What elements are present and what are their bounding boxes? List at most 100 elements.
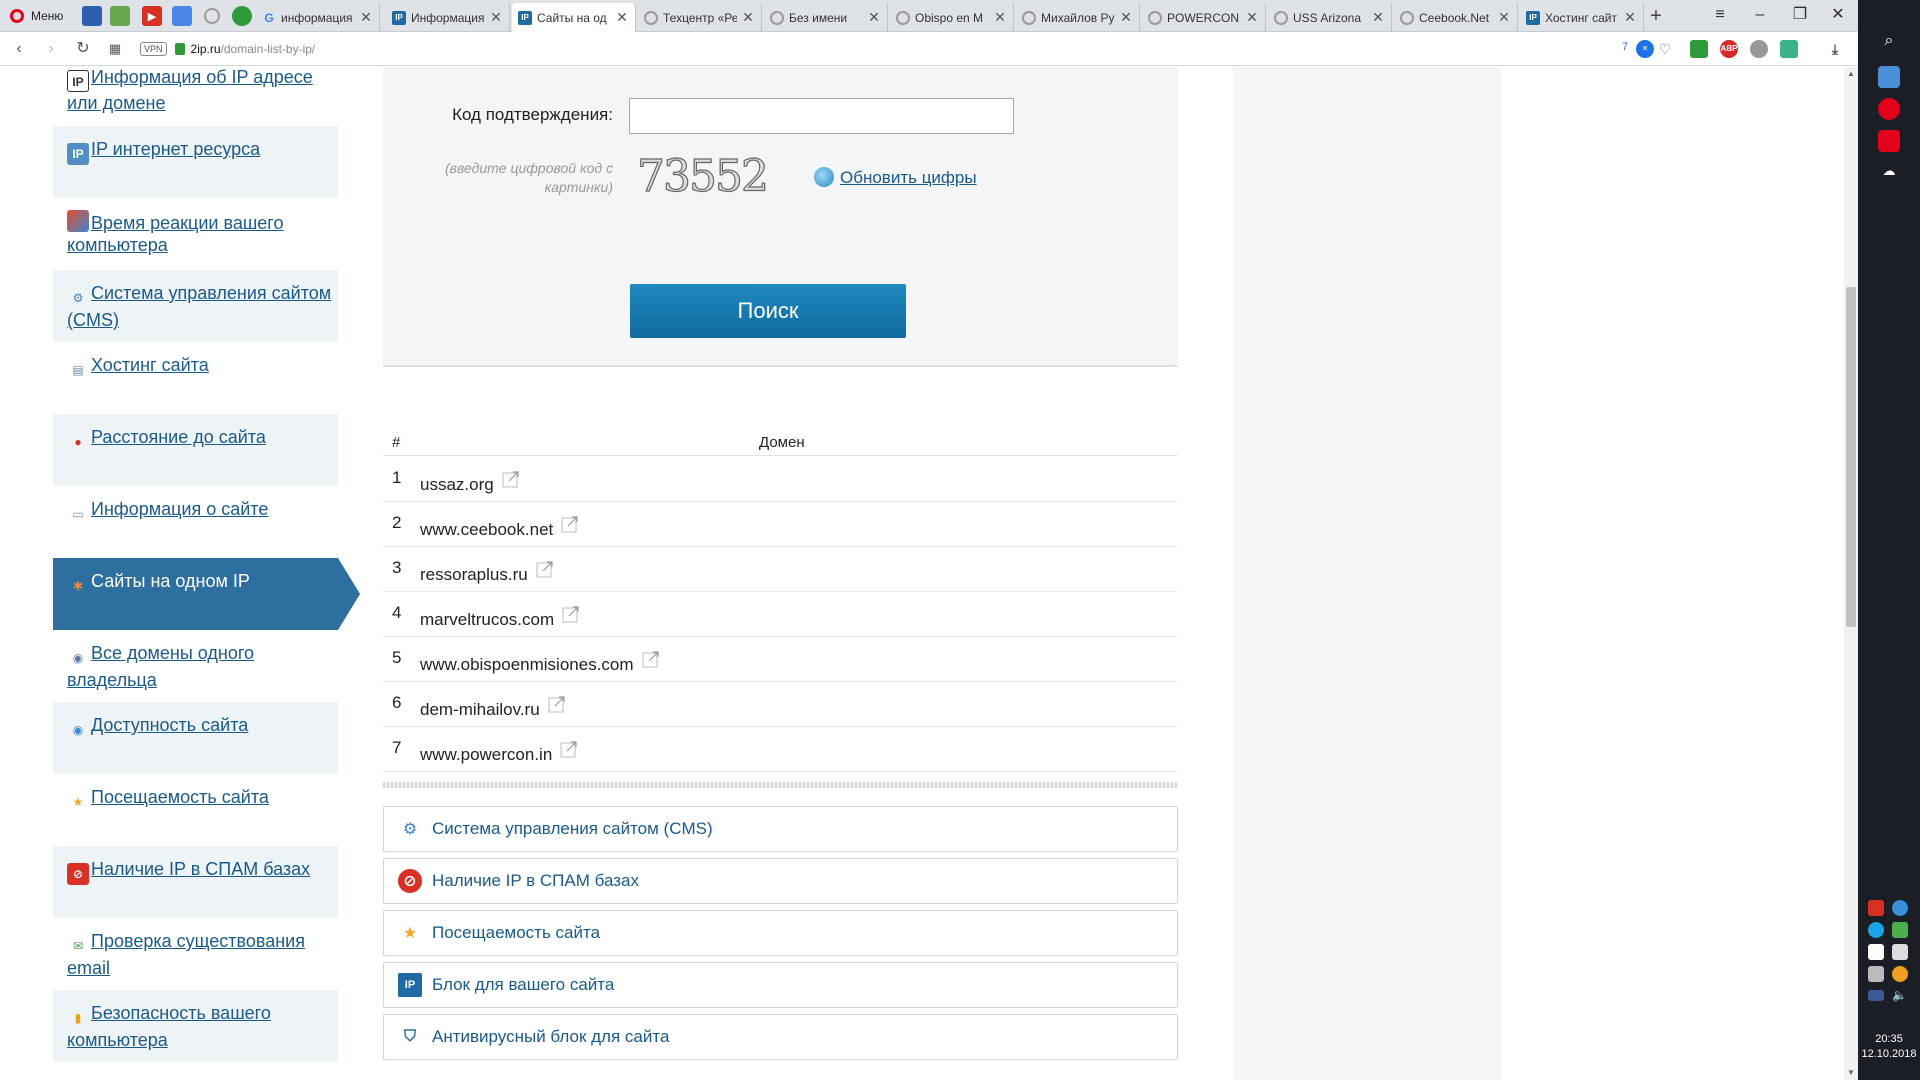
opera-news-icon[interactable] [1878, 98, 1900, 120]
tool-link-block[interactable]: IP Блок для вашего сайта [383, 962, 1178, 1008]
external-link-icon[interactable] [642, 650, 660, 668]
nav-link[interactable]: Проверка существования email [67, 931, 305, 978]
tray-file-icon[interactable] [1892, 944, 1908, 960]
docs-pinned-icon[interactable] [172, 6, 192, 26]
nav-item[interactable]: IP Информация об IP адресе или домене [53, 67, 338, 126]
ad-blocker-icon[interactable]: ✕ [1636, 40, 1654, 58]
globe-extension-icon[interactable] [1750, 40, 1768, 58]
browser-tab[interactable]: Техцентр «Ре ✕ [638, 3, 762, 32]
tray-update-icon[interactable] [1892, 922, 1908, 938]
tool-link-block[interactable]: ⊘ Наличие IP в СПАМ базах [383, 858, 1178, 904]
tool-link-block[interactable]: ★ Посещаемость сайта [383, 910, 1178, 956]
nav-link[interactable]: Безопасность вашего компьютера [67, 1003, 271, 1050]
vk-pinned-icon[interactable] [82, 6, 102, 26]
browser-tab[interactable]: Михайлов Ру ✕ [1016, 3, 1140, 32]
browser-tab[interactable]: Obispo en M ✕ [890, 3, 1014, 32]
tab-close-icon[interactable]: ✕ [489, 9, 503, 26]
browser-tab[interactable]: POWERCON ✕ [1142, 3, 1266, 32]
nav-item[interactable]: IP IP интернет ресурса [53, 126, 338, 198]
nav-item[interactable]: ⊘ Наличие IP в СПАМ базах [53, 846, 338, 918]
close-window-button[interactable]: ✕ [1818, 0, 1858, 32]
nav-link[interactable]: Расстояние до сайта [91, 427, 266, 447]
pinned-app-icon[interactable] [110, 6, 130, 26]
nav-link[interactable]: Все домены одного владельца [67, 643, 254, 690]
external-link-icon[interactable] [536, 560, 554, 578]
tab-menu-icon[interactable]: ≡ [1700, 0, 1740, 32]
nav-link[interactable]: Время реакции вашего компьютера [67, 213, 283, 255]
counter-pinned-icon[interactable] [232, 6, 252, 26]
tray-screen-icon[interactable] [1868, 944, 1884, 960]
loading-pinned-icon[interactable] [204, 8, 220, 24]
nav-link[interactable]: Хостинг сайта [91, 355, 209, 375]
new-tab-button[interactable]: + [1644, 3, 1668, 29]
language-flag-icon[interactable] [1868, 990, 1884, 1001]
volume-icon[interactable]: 🔈 [1892, 988, 1908, 1004]
nav-item[interactable]: Время реакции вашего компьютера [53, 198, 338, 270]
tool-link-block[interactable]: ⛉ Антивирусный блок для сайта [383, 1014, 1178, 1060]
vpn-extension-icon[interactable] [1780, 40, 1798, 58]
network-icon[interactable] [1868, 966, 1884, 982]
maximize-button[interactable]: ❐ [1780, 0, 1820, 32]
nav-item[interactable]: ▭ Информация о сайте [53, 486, 338, 558]
nav-link[interactable]: Сайты на одном IP [91, 571, 250, 591]
scroll-up-arrow[interactable]: ▲ [1844, 67, 1858, 81]
search-button[interactable]: Поиск [630, 284, 906, 338]
tab-close-icon[interactable]: ✕ [993, 9, 1007, 26]
forward-button[interactable]: › [38, 32, 64, 66]
vivaldi-icon[interactable] [1878, 130, 1900, 152]
tab-close-icon[interactable]: ✕ [1371, 9, 1385, 26]
skype-icon[interactable] [1868, 922, 1884, 938]
code-input[interactable] [629, 98, 1014, 134]
minimize-button[interactable]: – [1740, 0, 1780, 32]
tab-close-icon[interactable]: ✕ [1623, 9, 1637, 26]
speed-dial-icon[interactable]: ▦ [102, 32, 128, 66]
page-scrollbar[interactable]: ▲ ▼ [1844, 67, 1858, 1080]
external-link-icon[interactable] [560, 740, 578, 758]
tab-close-icon[interactable]: ✕ [741, 9, 755, 26]
browser-tab[interactable]: USS Arizona ✕ [1268, 3, 1392, 32]
scroll-thumb[interactable] [1846, 287, 1856, 627]
weather-icon[interactable]: ☁ [1878, 160, 1900, 182]
tool-link-block[interactable]: ⚙ Система управления сайтом (CMS) [383, 806, 1178, 852]
nav-link[interactable]: Доступность сайта [91, 715, 248, 735]
bookmark-heart-icon[interactable]: ♡ [1656, 40, 1674, 58]
opera-menu-button[interactable]: Меню [0, 0, 78, 32]
nav-item[interactable]: ✉ Проверка существования email [53, 918, 338, 990]
scroll-down-arrow[interactable]: ▼ [1844, 1066, 1858, 1080]
nav-item[interactable]: ★ Посещаемость сайта [53, 774, 338, 846]
blocker-count[interactable]: 7 [1622, 41, 1628, 53]
refresh-captcha-link[interactable]: Обновить цифры [814, 167, 977, 188]
nav-link[interactable]: Посещаемость сайта [91, 787, 269, 807]
vpn-badge[interactable]: VPN [140, 42, 167, 56]
nav-link[interactable]: Система управления сайтом (CMS) [67, 283, 331, 330]
adblock-plus-icon[interactable]: ABP [1720, 40, 1738, 58]
tab-close-icon[interactable]: ✕ [615, 9, 629, 26]
tab-close-icon[interactable]: ✕ [1497, 9, 1511, 26]
reload-button[interactable]: ↻ [70, 32, 96, 66]
browser-tab[interactable]: IP Информация ✕ [386, 3, 510, 32]
nav-link[interactable]: Информация об IP адресе или домене [67, 67, 313, 113]
nav-item[interactable]: ▮ Безопасность вашего компьютера [53, 990, 338, 1062]
nav-item[interactable]: ● Расстояние до сайта [53, 414, 338, 486]
url-field[interactable]: VPN 2ip.ru/domain-list-by-ip/ [140, 37, 1670, 61]
nav-item[interactable]: ⚙ Система управления сайтом (CMS) [53, 270, 338, 342]
tab-close-icon[interactable]: ✕ [867, 9, 881, 26]
nav-item[interactable]: ◉ Доступность сайта [53, 702, 338, 774]
nav-item[interactable]: ◉ Все домены одного владельца [53, 630, 338, 702]
nav-link[interactable]: Наличие IP в СПАМ базах [91, 859, 310, 879]
secure-lock-icon[interactable] [174, 43, 185, 55]
nav-item[interactable]: ▤ Хостинг сайта [53, 342, 338, 414]
external-link-icon[interactable] [548, 695, 566, 713]
back-button[interactable]: ‹ [6, 32, 32, 66]
tab-close-icon[interactable]: ✕ [1119, 9, 1133, 26]
external-link-icon[interactable] [562, 605, 580, 623]
tray-globe-icon[interactable] [1892, 900, 1908, 916]
search-icon[interactable]: ⌕ [1878, 30, 1900, 52]
nav-link[interactable]: IP интернет ресурса [91, 139, 260, 159]
system-clock[interactable]: 20:35 12.10.2018 [1858, 1032, 1920, 1062]
browser-tab[interactable]: IP Сайты на од ✕ [512, 3, 636, 32]
tray-notify-icon[interactable] [1892, 966, 1908, 982]
browser-tab[interactable]: Gинформация ✕ [256, 3, 380, 32]
tab-close-icon[interactable]: ✕ [359, 9, 373, 26]
nav-link[interactable]: Информация о сайте [91, 499, 268, 519]
